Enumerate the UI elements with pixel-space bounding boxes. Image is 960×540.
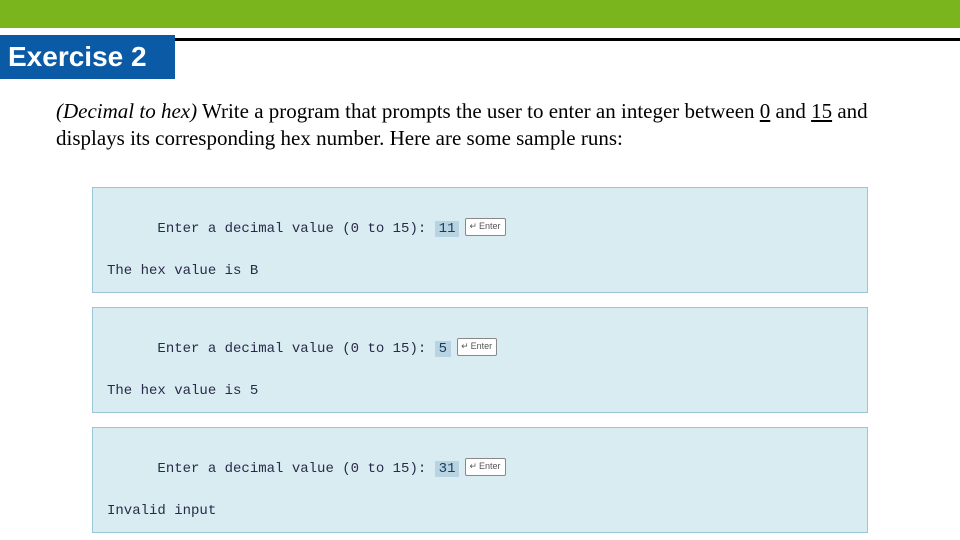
run-prompt: Enter a decimal value (0 to 15): — [157, 221, 434, 237]
enter-key-icon: Enter — [457, 338, 497, 356]
sample-run: Enter a decimal value (0 to 15): 31 Enter… — [92, 427, 868, 533]
lead-label: (Decimal to hex) — [56, 99, 197, 123]
desc-text-2: and — [770, 99, 811, 123]
sample-run: Enter a decimal value (0 to 15): 11 Enter… — [92, 187, 868, 293]
run-input: 5 — [435, 341, 451, 357]
sample-run: Enter a decimal value (0 to 15): 5Enter … — [92, 307, 868, 413]
top-accent-bar — [0, 0, 960, 28]
exercise-description: (Decimal to hex) Write a program that pr… — [0, 82, 960, 153]
enter-key-icon: Enter — [465, 218, 505, 236]
slide-title: Exercise 2 — [0, 35, 175, 79]
desc-text-1: Write a program that prompts the user to… — [197, 99, 760, 123]
run-result: The hex value is B — [107, 261, 853, 282]
range-high: 15 — [811, 99, 832, 123]
enter-key-icon: Enter — [465, 458, 505, 476]
range-low: 0 — [760, 99, 771, 123]
run-result: Invalid input — [107, 501, 853, 522]
run-result: The hex value is 5 — [107, 381, 853, 402]
sample-runs: Enter a decimal value (0 to 15): 11Enter… — [0, 187, 960, 533]
run-input: 31 — [435, 461, 460, 477]
run-input: 11 — [435, 221, 460, 237]
run-prompt: Enter a decimal value (0 to 15): — [157, 341, 434, 357]
run-prompt: Enter a decimal value (0 to 15): — [157, 461, 434, 477]
